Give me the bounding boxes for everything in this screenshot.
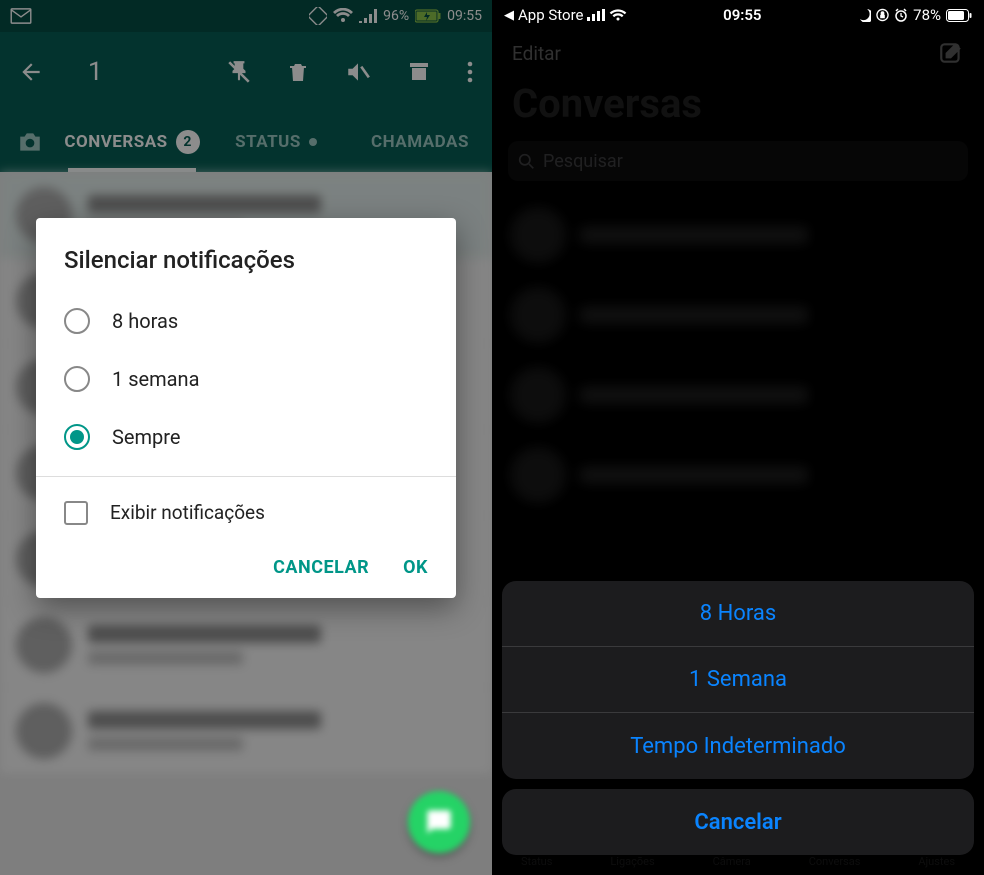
radio-1-semana[interactable]: 1 semana: [36, 350, 456, 408]
checkbox-exibir-notificacoes[interactable]: Exibir notificações: [36, 487, 456, 539]
signal-icon: [587, 9, 605, 21]
alarm-icon: [894, 8, 908, 22]
radio-icon: [64, 366, 90, 392]
checkbox-icon: [64, 501, 88, 525]
wifi-icon: [609, 9, 627, 22]
sheet-option-1-semana[interactable]: 1 Semana: [502, 647, 974, 713]
dialog-title: Silenciar notificações: [36, 246, 456, 292]
lock-icon: [876, 8, 889, 22]
android-screen: 96% 09:55 1 CONVERSAS 2 STATUS CHAMADAS: [0, 0, 492, 875]
chat-icon: [425, 808, 453, 836]
mute-dialog: Silenciar notificações 8 horas 1 semana …: [36, 218, 456, 598]
radio-icon: [64, 424, 90, 450]
moon-icon: [857, 8, 871, 22]
android-dialog-overlay: Silenciar notificações 8 horas 1 semana …: [0, 0, 492, 875]
battery-icon: [946, 9, 972, 22]
new-chat-fab[interactable]: [408, 791, 470, 853]
clock-text: 09:55: [627, 6, 857, 24]
battery-percent: 78%: [913, 6, 941, 24]
sheet-option-tempo-indeterminado[interactable]: Tempo Indeterminado: [502, 713, 974, 779]
ios-statusbar: ◀ App Store 09:55 78%: [492, 0, 984, 30]
ok-button[interactable]: OK: [403, 557, 428, 578]
radio-icon: [64, 308, 90, 334]
radio-sempre[interactable]: Sempre: [36, 408, 456, 466]
ios-screen: ◀ App Store 09:55 78% Editar Conversas P…: [492, 0, 984, 875]
divider: [36, 476, 456, 477]
cancel-button[interactable]: CANCELAR: [273, 557, 369, 578]
sheet-cancel-button[interactable]: Cancelar: [502, 789, 974, 855]
back-to-app[interactable]: ◀ App Store: [504, 6, 627, 24]
sheet-option-8-horas[interactable]: 8 Horas: [502, 581, 974, 647]
radio-8-horas[interactable]: 8 horas: [36, 292, 456, 350]
ios-action-sheet: 8 Horas 1 Semana Tempo Indeterminado Can…: [502, 581, 974, 855]
